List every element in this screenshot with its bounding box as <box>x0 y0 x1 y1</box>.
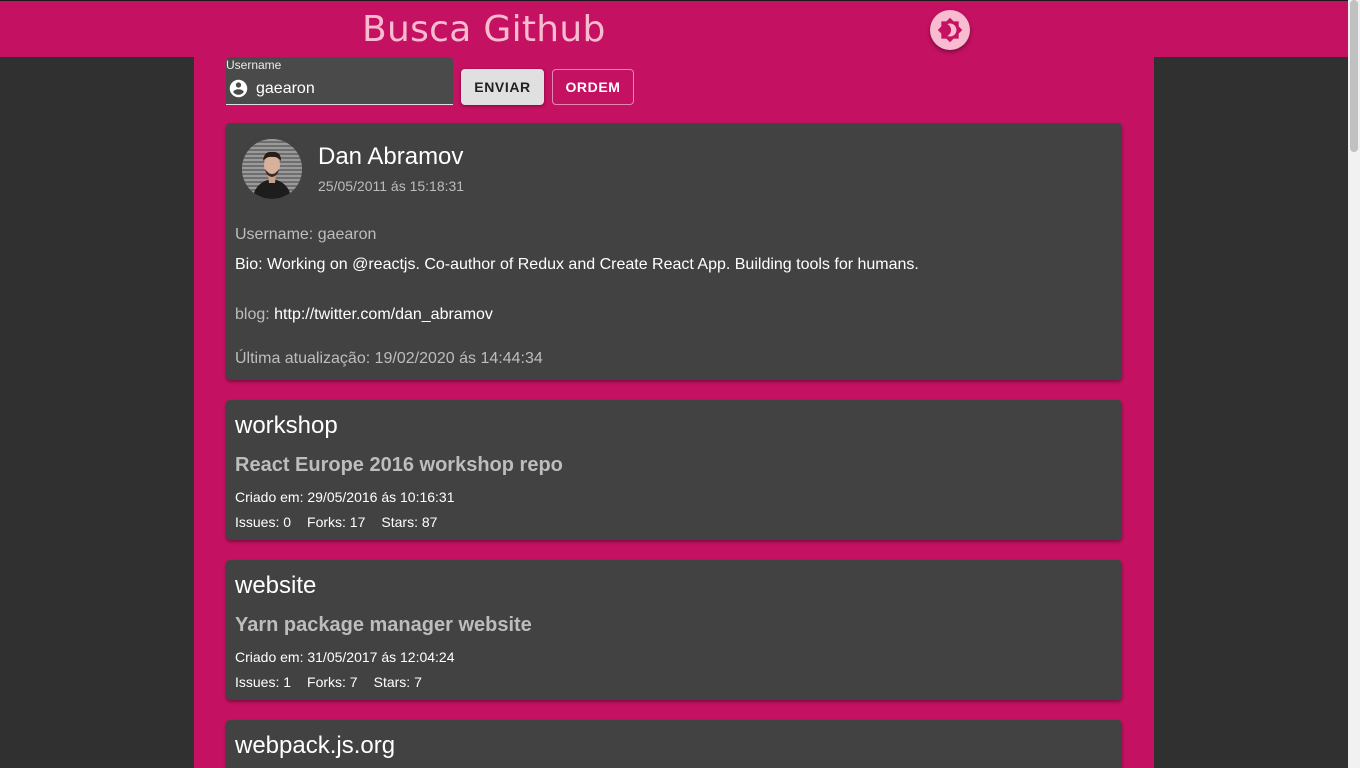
profile-name: Dan Abramov <box>318 143 464 170</box>
account-circle-icon <box>229 79 248 98</box>
repo-stats: Issues: 1 Forks: 7 Stars: 7 <box>235 674 422 690</box>
repo-card: workshop React Europe 2016 workshop repo… <box>226 400 1122 540</box>
app-bar: Busca Github <box>0 0 1348 57</box>
blog-label: blog: <box>235 306 270 323</box>
main-content: Username ENVIAR ORDEM <box>194 57 1154 768</box>
repo-stars: Stars: 7 <box>373 674 422 690</box>
send-button[interactable]: ENVIAR <box>461 69 544 105</box>
avatar <box>242 139 302 199</box>
username-input[interactable] <box>256 77 446 101</box>
repo-stats: Issues: 0 Forks: 17 Stars: 87 <box>235 514 437 530</box>
brightness-icon <box>937 17 963 43</box>
repo-name: workshop <box>235 412 338 439</box>
repo-issues: Issues: 0 <box>235 514 292 530</box>
page-scrollbar[interactable] <box>1348 0 1360 768</box>
repo-card: website Yarn package manager website Cri… <box>226 560 1122 700</box>
app-title: Busca Github <box>362 9 606 50</box>
profile-username: Username: gaearon <box>235 226 377 243</box>
scrollbar-thumb[interactable] <box>1350 0 1358 152</box>
profile-card: Dan Abramov 25/05/2011 ás 15:18:31 Usern… <box>226 123 1122 380</box>
username-label: Username <box>226 58 282 72</box>
repo-stars: Stars: 87 <box>381 514 438 530</box>
profile-bio: Bio: Working on @reactjs. Co-author of R… <box>235 256 919 273</box>
repo-created: Criado em: 31/05/2017 ás 12:04:24 <box>235 649 455 665</box>
repo-name: webpack.js.org <box>235 732 396 759</box>
profile-created-date: 25/05/2011 ás 15:18:31 <box>318 178 465 194</box>
username-field[interactable]: Username <box>226 57 453 105</box>
repo-card: webpack.js.org <box>226 720 1122 768</box>
repo-forks: Forks: 17 <box>307 514 366 530</box>
repo-description: React Europe 2016 workshop repo <box>235 454 563 476</box>
repo-name: website <box>235 572 317 599</box>
repo-created: Criado em: 29/05/2016 ás 10:16:31 <box>235 489 455 505</box>
blog-link[interactable]: http://twitter.com/dan_abramov <box>274 306 493 323</box>
repo-forks: Forks: 7 <box>307 674 358 690</box>
repo-issues: Issues: 1 <box>235 674 292 690</box>
order-button[interactable]: ORDEM <box>552 69 634 105</box>
avatar-image <box>242 139 302 199</box>
theme-toggle-button[interactable] <box>930 10 970 50</box>
profile-last-updated: Última atualização: 19/02/2020 ás 14:44:… <box>235 350 543 367</box>
repo-description: Yarn package manager website <box>235 614 532 636</box>
profile-blog: blog: http://twitter.com/dan_abramov <box>235 306 493 324</box>
